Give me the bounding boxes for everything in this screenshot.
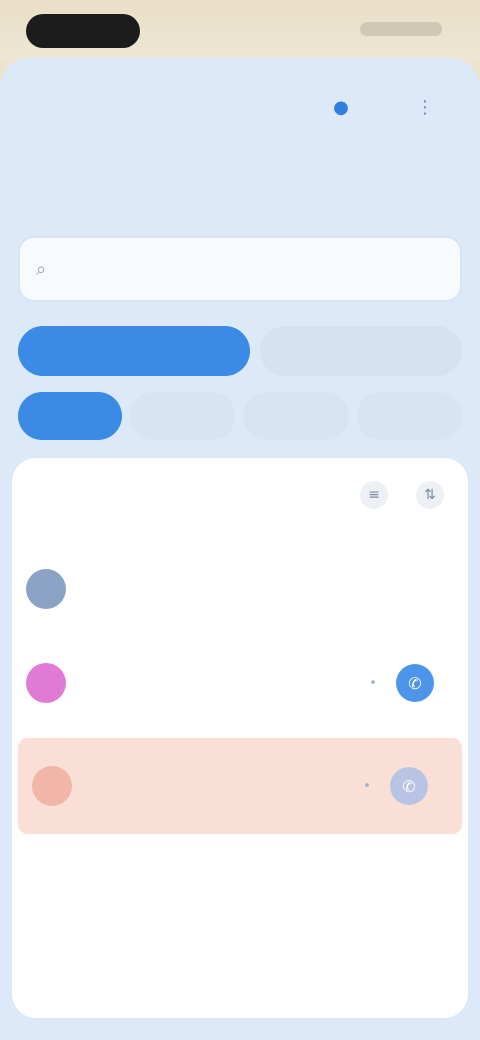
- avatar: [26, 569, 66, 609]
- dot-icon: •: [363, 778, 371, 794]
- header-actions: ● ⋮: [326, 92, 440, 122]
- more-icon[interactable]: ⋮: [410, 92, 440, 122]
- list-item-highlighted[interactable]: • ✆: [18, 738, 462, 834]
- status-bar: [0, 0, 480, 62]
- status-pill: [26, 14, 140, 48]
- list-header: ≡ ⇅: [26, 478, 454, 512]
- chip-1[interactable]: [18, 392, 122, 440]
- main-sheet: ● ⋮ ⌕ ≡ ⇅ • ✆ • ✆: [0, 58, 480, 1040]
- chip-2[interactable]: [130, 392, 236, 440]
- avatar: [32, 766, 72, 806]
- avatar: [26, 663, 66, 703]
- bell-icon[interactable]: ●: [326, 92, 356, 122]
- list-header-actions: ≡ ⇅: [360, 481, 454, 509]
- filter-chips: [18, 392, 462, 440]
- list-item-actions: • ✆: [358, 767, 448, 805]
- list-item-actions: • ✆: [364, 664, 454, 702]
- chip-3[interactable]: [243, 392, 349, 440]
- segment-secondary[interactable]: [260, 326, 462, 376]
- chip-4[interactable]: [356, 392, 462, 440]
- segment-primary[interactable]: [18, 326, 251, 376]
- segmented-control: [18, 326, 462, 376]
- list-item-text: [88, 782, 328, 790]
- search-input[interactable]: [56, 259, 417, 279]
- list-item[interactable]: • ✆: [12, 638, 468, 728]
- list-item[interactable]: [12, 544, 468, 634]
- sort-icon[interactable]: ⇅: [416, 481, 444, 509]
- search-bar[interactable]: ⌕: [18, 236, 462, 302]
- list-card: ≡ ⇅ • ✆ • ✆: [12, 458, 468, 1018]
- dot-icon: •: [369, 675, 377, 691]
- list-item-text: [82, 585, 322, 593]
- filter-icon[interactable]: ≡: [360, 481, 388, 509]
- action-button[interactable]: ✆: [390, 767, 428, 805]
- call-button[interactable]: ✆: [396, 664, 434, 702]
- status-icons: [360, 22, 442, 36]
- list-item-text: [82, 679, 322, 687]
- search-icon: ⌕: [36, 258, 47, 280]
